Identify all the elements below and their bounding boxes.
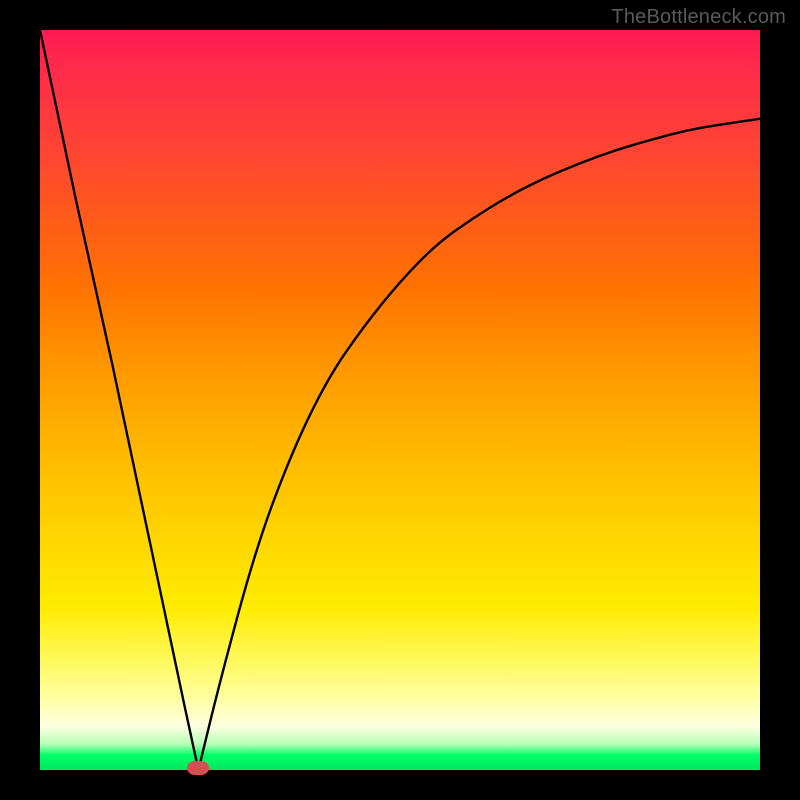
watermark-text: TheBottleneck.com [611,6,786,29]
chart-frame: TheBottleneck.com [0,0,800,800]
curve-svg [40,30,760,770]
plot-area [40,30,760,770]
bottleneck-curve [40,30,760,770]
minimum-marker [187,761,209,775]
